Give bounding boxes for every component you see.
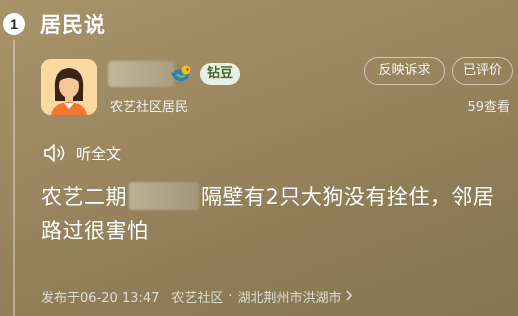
chevron-right-icon <box>345 290 353 304</box>
rated-button[interactable]: 已评价 <box>452 57 513 85</box>
community-name: 农艺社区 <box>171 291 224 306</box>
listen-full-text-button[interactable]: 听全文 <box>42 140 121 166</box>
listen-label: 听全文 <box>76 144 122 163</box>
timeline-line <box>13 40 15 316</box>
step-number-badge: 1 <box>3 13 25 35</box>
section-title: 居民说 <box>40 13 106 37</box>
post-text-part1: 农艺二期 <box>41 185 127 209</box>
view-count: 59查看 <box>467 100 510 115</box>
post-meta: 发布于06-20 13:47 农艺社区 · 湖北荆州市洪湖市 <box>41 287 353 306</box>
speaker-icon <box>44 144 65 162</box>
author-role: 农艺社区居民 <box>110 100 189 115</box>
post-content: 农艺二期 隔壁有2只大狗没有拴住，邻居路过很害怕 <box>41 180 511 248</box>
redacted-text <box>129 182 199 210</box>
avatar[interactable] <box>41 59 97 115</box>
level-badge: 钻豆 <box>200 63 241 85</box>
author-name-redacted <box>108 61 174 87</box>
bird-icon <box>171 63 193 83</box>
meta-separator: · <box>228 289 233 304</box>
publish-time: 发布于06-20 13:47 <box>41 291 160 306</box>
location-link[interactable]: 湖北荆州市洪湖市 <box>238 287 342 306</box>
report-request-button[interactable]: 反映诉求 <box>364 57 445 85</box>
avatar-person-icon <box>41 59 97 115</box>
